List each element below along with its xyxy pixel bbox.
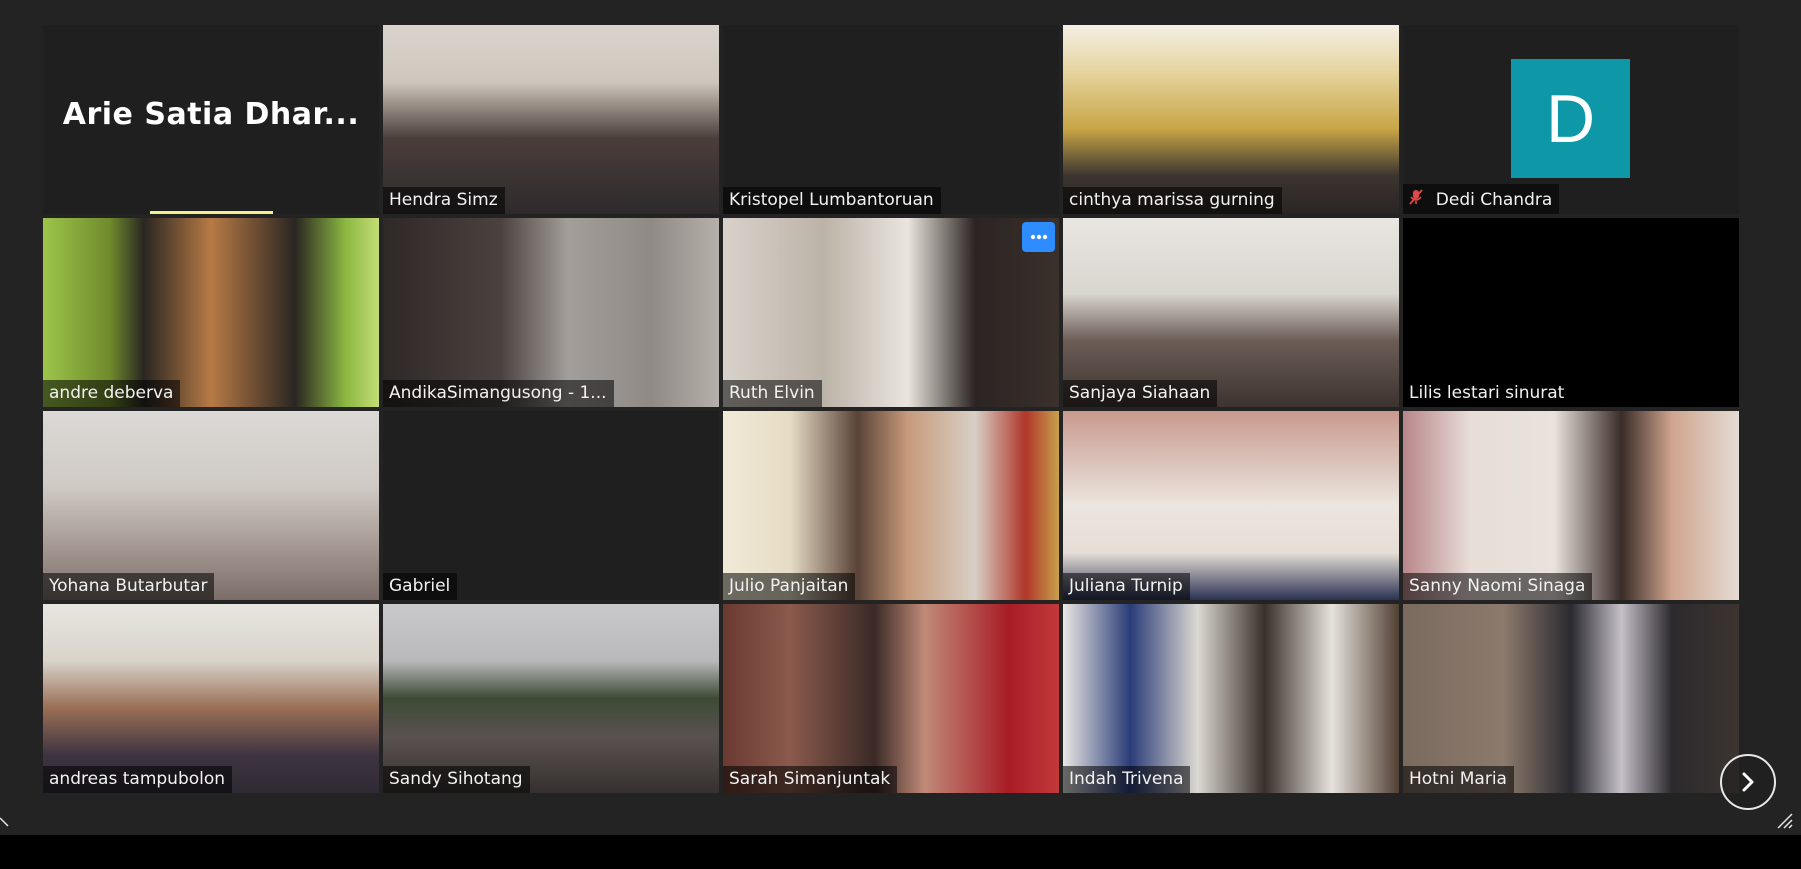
participant-name: andre deberva	[43, 380, 181, 407]
tile-participant[interactable]: Indah Trivena	[1063, 604, 1399, 793]
video-feed	[43, 604, 379, 793]
participant-name: Lilis lestari sinurat	[1403, 380, 1572, 407]
participant-name: Julio Panjaitan	[723, 573, 856, 600]
participant-name: Ruth Elvin	[723, 380, 822, 407]
video-feed	[43, 411, 379, 600]
more-options-button[interactable]	[1022, 222, 1055, 252]
participant-name: Gabriel	[383, 573, 458, 600]
tile-participant[interactable]: Gabriel	[383, 411, 719, 600]
chevron-right-icon	[1742, 772, 1754, 792]
tile-participant[interactable]: Hendra Simz	[383, 25, 719, 214]
participant-grid: Arie Satia Dhar... Hendra Simz Kristopel…	[43, 25, 1739, 793]
participant-name: Sanny Naomi Sinaga	[1403, 573, 1593, 600]
tile-participant[interactable]: Sanny Naomi Sinaga	[1403, 411, 1739, 600]
participant-name-text: Dedi Chandra	[1435, 190, 1553, 210]
tile-participant[interactable]: andreas tampubolon	[43, 604, 379, 793]
participant-name: andreas tampubolon	[43, 766, 233, 793]
participant-name: Sarah Simanjuntak	[723, 766, 898, 793]
tile-participant[interactable]: Kristopel Lumbantoruan	[723, 25, 1059, 214]
avatar: D	[1511, 59, 1630, 178]
tile-active-speaker[interactable]: Arie Satia Dhar...	[43, 25, 379, 214]
video-feed	[383, 218, 719, 407]
speaker-name: Arie Satia Dhar...	[62, 97, 360, 132]
tile-participant[interactable]: Sandy Sihotang	[383, 604, 719, 793]
tile-participant[interactable]: cinthya marissa gurning	[1063, 25, 1399, 214]
participant-name: AndikaSimangusong - 1...	[383, 380, 614, 407]
video-feed	[383, 604, 719, 793]
tile-participant[interactable]: D Dedi Chandra	[1403, 25, 1739, 214]
tile-participant[interactable]: Ruth Elvin	[723, 218, 1059, 407]
participant-name: Hotni Maria	[1403, 766, 1514, 793]
video-feed	[1063, 411, 1399, 600]
participant-name: Juliana Turnip	[1063, 573, 1190, 600]
video-feed	[723, 411, 1059, 600]
participant-name: Sanjaya Siahaan	[1063, 380, 1218, 407]
participant-name: Kristopel Lumbantoruan	[723, 187, 941, 214]
muted-microphone-icon	[1409, 189, 1428, 209]
speaking-indicator	[150, 211, 273, 214]
tile-participant[interactable]: Yohana Butarbutar	[43, 411, 379, 600]
tile-participant[interactable]: Sanjaya Siahaan	[1063, 218, 1399, 407]
participant-name: Sandy Sihotang	[383, 766, 530, 793]
corner-arrow-icon	[0, 817, 9, 827]
video-feed	[723, 218, 1059, 407]
ellipsis-icon	[1030, 234, 1047, 240]
video-feed	[1063, 218, 1399, 407]
bottom-bar	[0, 835, 1801, 869]
video-feed	[1063, 25, 1399, 214]
video-feed	[723, 604, 1059, 793]
tile-participant[interactable]: AndikaSimangusong - 1...	[383, 218, 719, 407]
tile-participant[interactable]: Sarah Simanjuntak	[723, 604, 1059, 793]
gallery-view: Arie Satia Dhar... Hendra Simz Kristopel…	[0, 0, 1801, 835]
tile-participant[interactable]: Julio Panjaitan	[723, 411, 1059, 600]
video-feed	[1403, 604, 1739, 793]
video-feed	[383, 25, 719, 214]
tile-participant[interactable]: Juliana Turnip	[1063, 411, 1399, 600]
participant-name: Hendra Simz	[383, 187, 505, 214]
next-page-button[interactable]	[1720, 754, 1776, 810]
participant-name: Dedi Chandra	[1403, 184, 1560, 214]
resize-handle-icon[interactable]	[1776, 812, 1794, 830]
participant-name: Yohana Butarbutar	[43, 573, 215, 600]
participant-name: Indah Trivena	[1063, 766, 1191, 793]
tile-participant[interactable]: Hotni Maria	[1403, 604, 1739, 793]
video-feed	[1063, 604, 1399, 793]
video-feed	[1403, 411, 1739, 600]
tile-participant[interactable]: andre deberva	[43, 218, 379, 407]
participant-name: cinthya marissa gurning	[1063, 187, 1282, 214]
video-feed	[43, 218, 379, 407]
tile-participant[interactable]: Lilis lestari sinurat	[1403, 218, 1739, 407]
